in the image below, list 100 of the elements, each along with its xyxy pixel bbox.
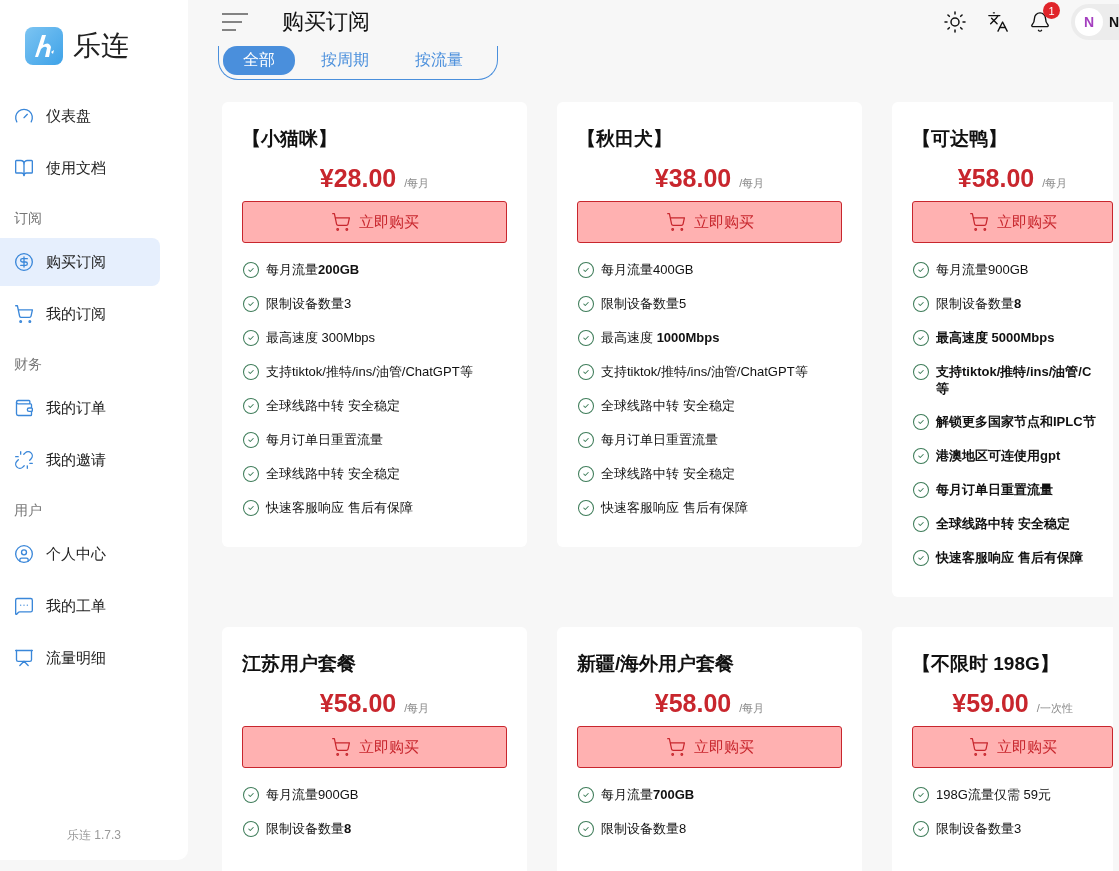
feature-text: 最高速度 300Mbps — [266, 329, 376, 346]
plan-price: ¥28.00 — [319, 164, 397, 193]
feature-text: 全球线路中转 安全稳定 — [601, 465, 735, 482]
nav-item[interactable]: 我的工单 — [0, 582, 160, 630]
section-heading: 财务 — [13, 355, 43, 374]
cart-icon — [968, 737, 989, 757]
user-icon — [14, 544, 34, 564]
feature-text: 每月订单日重置流量 — [266, 431, 383, 448]
cart-icon — [968, 212, 989, 232]
feature-text: 每月流量700GB — [601, 786, 695, 803]
check-icon — [242, 786, 260, 804]
section-heading: 订阅 — [13, 209, 43, 228]
plan-name: 江苏用户套餐 — [242, 652, 357, 676]
chat-icon — [14, 596, 34, 616]
plan-price: ¥58.00 — [654, 689, 732, 718]
check-icon — [242, 431, 260, 449]
nav-item[interactable]: 个人中心 — [0, 530, 160, 578]
check-icon — [912, 329, 930, 347]
cart-icon — [14, 304, 34, 324]
broken-link-icon — [14, 450, 34, 470]
nav-item[interactable]: 仪表盘 — [0, 92, 160, 140]
check-icon — [577, 465, 595, 483]
avatar: N — [1075, 8, 1103, 36]
feature-text: 每月流量400GB — [601, 261, 694, 278]
version-text: 乐连 1.7.3 — [66, 827, 122, 844]
feature-text: 限制设备数量5 — [601, 295, 687, 312]
feature-text: 支持tiktok/推特/ins/油管/C 等 — [936, 363, 1092, 397]
nav-item[interactable]: 流量明细 — [0, 634, 160, 682]
feature-text: 限制设备数量8 — [936, 295, 1022, 312]
plan-price: ¥58.00 — [319, 689, 397, 718]
wallet-icon — [14, 398, 34, 418]
feature-text: 最高速度 1000Mbps — [601, 329, 720, 346]
book-icon — [14, 158, 34, 178]
brand-name: 乐连 — [73, 29, 129, 63]
plan-price: ¥58.00 — [957, 164, 1035, 193]
check-icon — [912, 786, 930, 804]
theme-icon[interactable] — [943, 10, 967, 34]
user-chip[interactable]: N N — [1071, 4, 1119, 40]
check-icon — [577, 295, 595, 313]
nav-item[interactable]: 购买订阅 — [0, 238, 160, 286]
nav-item[interactable]: 我的订阅 — [0, 290, 160, 338]
section-heading: 用户 — [13, 501, 43, 520]
user-name: N — [1108, 14, 1119, 30]
price-period: /每月 — [404, 701, 430, 716]
price-period: /每月 — [404, 176, 430, 191]
dollar-icon — [14, 252, 34, 272]
check-icon — [577, 431, 595, 449]
check-icon — [912, 295, 930, 313]
feature-text: 每月订单日重置流量 — [601, 431, 718, 448]
feature-text: 每月流量900GB — [266, 786, 359, 803]
chart-icon — [14, 648, 34, 668]
feature-text: 支持tiktok/推特/ins/油管/ChatGPT等 — [601, 363, 808, 380]
feature-text: 限制设备数量3 — [266, 295, 352, 312]
feature-text: 每月订单日重置流量 — [936, 481, 1053, 498]
check-icon — [242, 465, 260, 483]
check-icon — [242, 397, 260, 415]
feature-text: 198G流量仅需 59元 — [936, 786, 1051, 803]
price-period: /每月 — [1042, 176, 1068, 191]
menu-icon[interactable] — [222, 12, 248, 32]
bell-icon[interactable] — [1029, 11, 1051, 33]
feature-text: 解锁更多国家节点和IPLC节 — [936, 413, 1096, 430]
check-icon — [577, 261, 595, 279]
feature-text: 限制设备数量3 — [936, 820, 1022, 837]
feature-text: 支持tiktok/推特/ins/油管/ChatGPT等 — [266, 363, 473, 380]
check-icon — [242, 820, 260, 838]
check-icon — [912, 549, 930, 567]
check-icon — [912, 820, 930, 838]
check-icon — [242, 499, 260, 517]
feature-text: 快速客服响应 售后有保障 — [936, 549, 1083, 566]
notification-badge: 1 — [1043, 2, 1060, 19]
translate-icon[interactable] — [987, 11, 1009, 33]
check-icon — [242, 295, 260, 313]
feature-text: 全球线路中转 安全稳定 — [601, 397, 735, 414]
feature-text: 快速客服响应 售后有保障 — [601, 499, 748, 516]
feature-text: 全球线路中转 安全稳定 — [266, 397, 400, 414]
feature-text: 每月流量900GB — [936, 261, 1029, 278]
price-period: /每月 — [739, 701, 765, 716]
check-icon — [577, 786, 595, 804]
check-icon — [912, 261, 930, 279]
plan-price: ¥38.00 — [654, 164, 732, 193]
plan-name: 新疆/海外用户套餐 — [577, 652, 736, 676]
nav-item[interactable]: 我的邀请 — [0, 436, 160, 484]
feature-text: 全球线路中转 安全稳定 — [936, 515, 1070, 532]
logo-icon — [25, 27, 63, 65]
price-period: /每月 — [739, 176, 765, 191]
check-icon — [577, 820, 595, 838]
nav-item[interactable]: 我的订单 — [0, 384, 160, 432]
check-icon — [912, 363, 930, 381]
check-icon — [912, 481, 930, 499]
check-icon — [577, 363, 595, 381]
check-icon — [577, 329, 595, 347]
nav-item[interactable]: 使用文档 — [0, 144, 160, 192]
feature-text: 快速客服响应 售后有保障 — [266, 499, 413, 516]
feature-text: 每月流量200GB — [266, 261, 360, 278]
plan-name: 【秋田犬】 — [577, 127, 673, 151]
check-icon — [912, 413, 930, 431]
feature-text: 最高速度 5000Mbps — [936, 329, 1055, 346]
check-icon — [912, 447, 930, 465]
check-icon — [577, 499, 595, 517]
cart-icon — [330, 737, 351, 757]
